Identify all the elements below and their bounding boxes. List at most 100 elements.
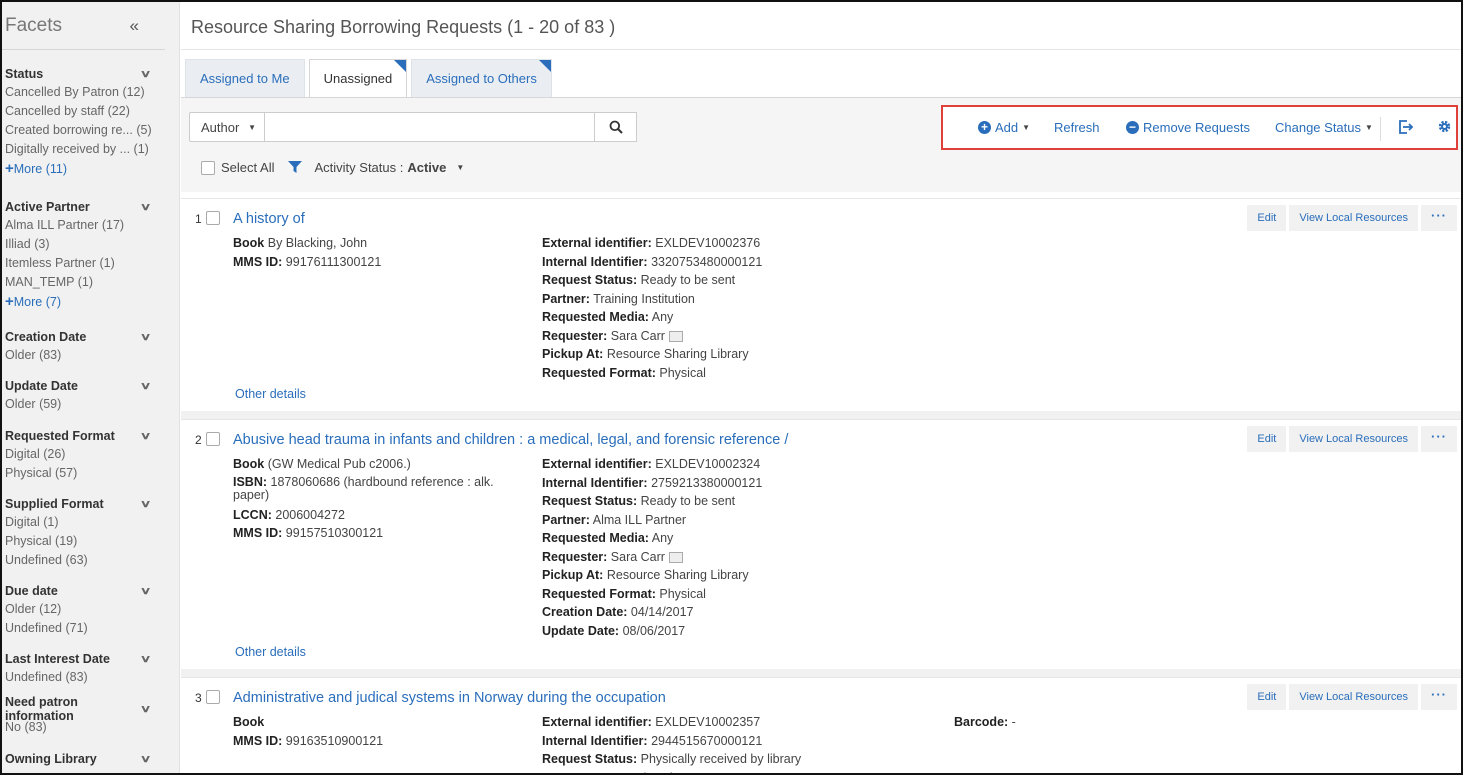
view-local-resources-button[interactable]: View Local Resources	[1289, 684, 1418, 710]
facet-item[interactable]: Illiad (3)	[5, 235, 179, 254]
result-title-link[interactable]: Abusive head trauma in infants and child…	[233, 432, 788, 448]
facet-item[interactable]: Cancelled By Patron (12)	[5, 83, 179, 102]
detail-key: Request Status:	[542, 494, 638, 508]
detail-value: EXLDEV10002376	[655, 236, 761, 250]
facet-group-header[interactable]: Due date ∨	[5, 582, 179, 600]
search-field-select[interactable]: Author ▼	[189, 112, 265, 142]
chevron-down-icon[interactable]: ∨	[139, 202, 151, 213]
settings-button[interactable]	[1437, 119, 1452, 134]
detail-value: 3320753480000121	[651, 254, 763, 269]
facet-item[interactable]: MAN_TEMP (1)	[5, 273, 179, 292]
facet-item[interactable]: Created borrowing re... (5)	[5, 121, 179, 140]
add-button[interactable]: + Add ▼	[978, 120, 1030, 135]
facet-item[interactable]: Digital (26)	[5, 445, 179, 464]
facet-item[interactable]: Older (12)	[5, 600, 179, 619]
activity-status-value[interactable]: Active	[407, 160, 446, 175]
plus-icon: +	[5, 160, 14, 177]
facet-item[interactable]: Alma ILL Partner (17)	[5, 216, 179, 235]
plus-icon: +	[5, 293, 14, 310]
more-actions-button[interactable]: ···	[1421, 205, 1457, 231]
detail-value: 2759213380000121	[651, 475, 763, 490]
result-checkbox[interactable]	[206, 432, 220, 446]
user-card-icon[interactable]	[668, 551, 683, 563]
view-local-resources-button[interactable]: View Local Resources	[1289, 205, 1418, 231]
result-actions: Edit View Local Resources ···	[1247, 426, 1457, 452]
user-card-icon[interactable]	[668, 330, 683, 342]
other-details-link[interactable]: Other details	[235, 387, 306, 401]
filter-row: Select All Activity Status : Active ▼	[201, 160, 464, 175]
refresh-button[interactable]: Refresh	[1054, 120, 1100, 135]
facet-group-header[interactable]: Creation Date ∨	[5, 328, 179, 346]
more-actions-button[interactable]: ···	[1421, 426, 1457, 452]
facet-group-header[interactable]: Supplied Format ∨	[5, 495, 179, 513]
detail-key: External identifier:	[542, 715, 652, 729]
result-title-link[interactable]: A history of	[233, 211, 305, 227]
edit-button[interactable]: Edit	[1247, 205, 1287, 231]
caret-down-icon[interactable]: ▼	[456, 163, 464, 172]
result-checkbox[interactable]	[206, 690, 220, 704]
facet-more-link[interactable]: +More (7)	[5, 292, 179, 311]
chevron-down-icon[interactable]: ∨	[139, 69, 151, 80]
facet-item[interactable]: Older (83)	[5, 346, 179, 365]
detail-value: 99163510900121	[285, 733, 384, 748]
tab-assigned-to-me[interactable]: Assigned to Me	[185, 59, 305, 97]
result-title-link[interactable]: Administrative and judical systems in No…	[233, 690, 666, 706]
detail-value: 04/14/2017	[630, 605, 694, 619]
chevron-down-icon[interactable]: ∨	[139, 586, 151, 597]
chevron-down-icon[interactable]: ∨	[139, 499, 151, 510]
facet-group-header[interactable]: Last Interest Date ∨	[5, 650, 179, 668]
facet-item[interactable]: Physical (57)	[5, 464, 179, 483]
detail-line: ISBN: 1878060686 (hardbound reference : …	[233, 474, 523, 506]
facets-title: Facets	[5, 14, 63, 36]
facet-group-title: Owning Library	[5, 752, 97, 766]
facet-item[interactable]: Digitally received by ... (1)	[5, 140, 179, 159]
edit-button[interactable]: Edit	[1247, 684, 1287, 710]
chevron-down-icon[interactable]: ∨	[139, 704, 151, 715]
facet-item[interactable]: Cancelled by staff (22)	[5, 102, 179, 121]
edit-button[interactable]: Edit	[1247, 426, 1287, 452]
result-request-details: External identifier: EXLDEV10002324 Inter…	[542, 455, 902, 640]
detail-line: External identifier: EXLDEV10002376	[542, 234, 902, 253]
facet-item-label: Digital	[5, 515, 40, 529]
facet-group-header[interactable]: Requested Format ∨	[5, 427, 179, 445]
facet-item-label: Cancelled By Patron	[5, 85, 119, 99]
chevron-down-icon[interactable]: ∨	[139, 654, 151, 665]
toolbar-separator	[1380, 117, 1381, 141]
facet-item[interactable]: Physical (19)	[5, 532, 179, 551]
facet-item[interactable]: Undefined (63)	[5, 551, 179, 570]
result-checkbox[interactable]	[206, 211, 220, 225]
facet-item-count: (71)	[65, 621, 88, 635]
detail-line: MMS ID: 99157510300121	[233, 524, 523, 543]
chevron-down-icon[interactable]: ∨	[139, 381, 151, 392]
facet-item[interactable]: Undefined (83)	[5, 668, 179, 687]
facet-group-header[interactable]: Update Date ∨	[5, 377, 179, 395]
tab-unassigned[interactable]: Unassigned	[308, 59, 408, 98]
facet-group-header[interactable]: Status ∨	[5, 65, 179, 83]
facet-group-header[interactable]: Need patron information ∨	[5, 695, 179, 723]
filter-icon[interactable]	[288, 161, 303, 174]
export-button[interactable]	[1398, 119, 1414, 135]
search-input[interactable]	[265, 112, 595, 142]
other-details-link[interactable]: Other details	[235, 645, 306, 659]
chevron-down-icon[interactable]: ∨	[139, 754, 151, 765]
search-button[interactable]	[595, 112, 637, 142]
collapse-sidebar-icon[interactable]: «	[130, 16, 140, 36]
facet-item[interactable]: Itemless Partner (1)	[5, 254, 179, 273]
remove-requests-button[interactable]: − Remove Requests	[1126, 120, 1250, 135]
facet-item[interactable]: Older (59)	[5, 395, 179, 414]
more-actions-button[interactable]: ···	[1421, 684, 1457, 710]
change-status-button[interactable]: Change Status ▼	[1275, 120, 1373, 135]
tab-assigned-to-others[interactable]: Assigned to Others	[411, 59, 552, 97]
facet-item[interactable]: Digital (1)	[5, 513, 179, 532]
facet-item-count: (26)	[43, 447, 66, 461]
chevron-down-icon[interactable]: ∨	[139, 332, 151, 343]
view-local-resources-button[interactable]: View Local Resources	[1289, 426, 1418, 452]
facet-group-header[interactable]: Active Partner ∨	[5, 198, 179, 216]
facet-item[interactable]: Undefined (71)	[5, 619, 179, 638]
facets-header: Facets «	[2, 2, 165, 50]
chevron-down-icon[interactable]: ∨	[139, 431, 151, 442]
facet-more-link[interactable]: +More (11)	[5, 159, 179, 178]
facet-group-header[interactable]: Owning Library ∨	[5, 750, 179, 768]
select-all-checkbox[interactable]	[201, 160, 215, 175]
detail-value: 1878060686 (hardbound reference : alk. p…	[233, 474, 494, 502]
